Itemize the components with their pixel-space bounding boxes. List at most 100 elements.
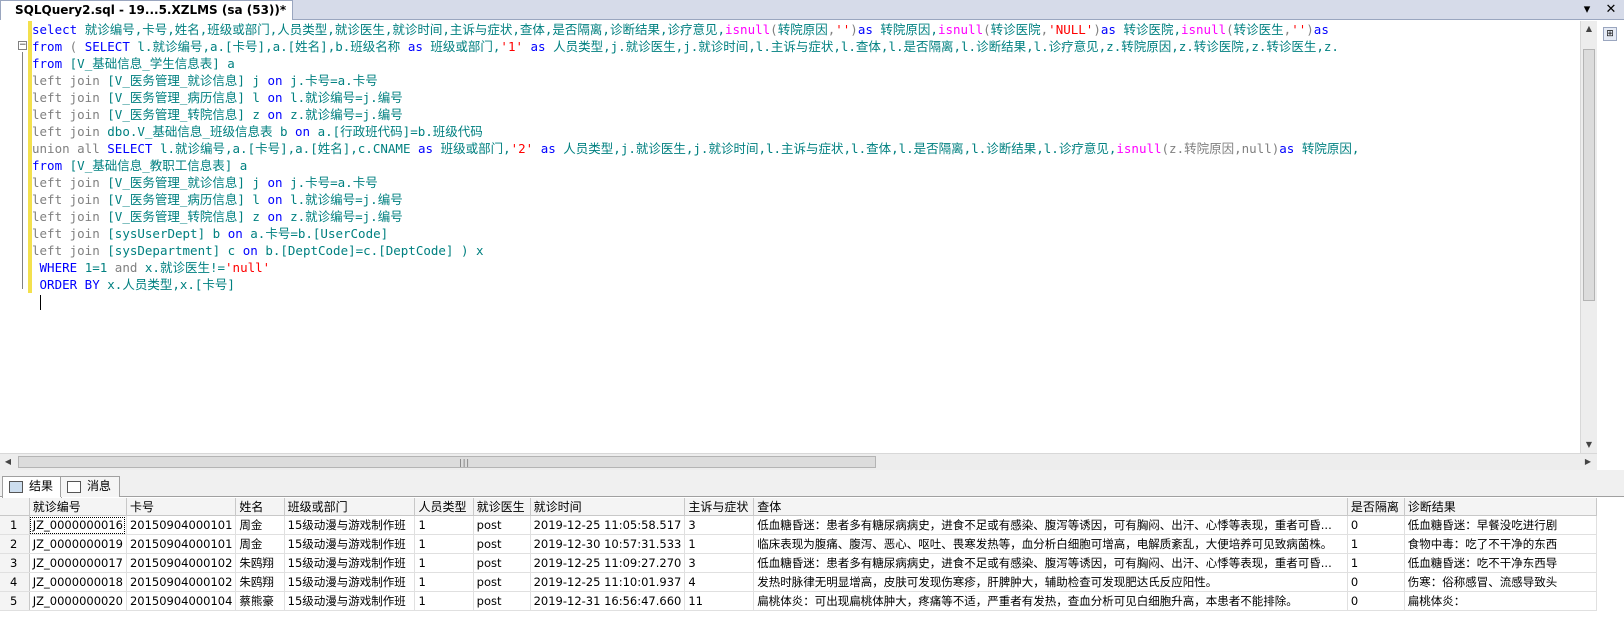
tab-results[interactable]: 结果 [2,476,63,498]
sql-editor[interactable]: − select 就诊编号,卡号,姓名,班级或部门,人员类型,就诊医生,就诊时间… [0,21,1580,453]
table-cell[interactable]: 20150904000101 [126,534,237,554]
table-cell[interactable]: 11 [684,591,755,611]
column-header[interactable]: 就诊医生 [473,498,531,516]
table-row[interactable]: 5 JZ_0000000020 20150904000104 蔡熊豪 15级动漫与游戏制… [0,591,1597,611]
pin-icon[interactable]: ▾ [1580,0,1594,20]
row-number[interactable]: 4 [0,572,30,592]
table-cell[interactable]: 低血糖昏迷：患者多有糖尿病病史，进食不足或有感染、腹泻等诱因，可有胸闷、出汗、心… [753,515,1348,535]
table-cell[interactable]: post [473,572,531,592]
code-line[interactable]: left join [V_医务管理_就诊信息] j on j.卡号=a.卡号 [32,72,1580,89]
results-grid[interactable]: 就诊编号 卡号 姓名 班级或部门 人员类型 就诊医生 就诊时间 主诉与症状 查体 是否隔离 诊断结果… [0,498,1597,638]
corner-header[interactable] [0,498,30,516]
collapse-toggle-icon[interactable]: − [18,41,27,50]
column-header[interactable]: 就诊编号 [29,498,127,516]
column-header[interactable]: 查体 [753,498,1348,516]
table-row[interactable]: 1 JZ_0000000016 20150904000101 周金 15级动漫与游戏制作… [0,515,1597,535]
table-cell[interactable]: 15级动漫与游戏制作班 [284,515,416,535]
table-cell[interactable]: JZ_0000000016 [29,515,127,535]
table-cell[interactable]: post [473,515,531,535]
table-cell[interactable]: 0 [1347,591,1405,611]
code-line[interactable]: from [V_基础信息_教职工信息表] a [32,157,1580,174]
close-icon[interactable]: ✕ [1604,0,1618,20]
code-line[interactable]: left join [V_医务管理_转院信息] z on z.就诊编号=j.编号 [32,208,1580,225]
split-view-icon[interactable]: ⊞ [1603,27,1617,41]
table-cell[interactable]: 周金 [235,515,285,535]
table-cell[interactable]: 食物中毒：吃了不干净的东西 [1404,534,1597,554]
code-line[interactable]: left join [V_医务管理_病历信息] l on l.就诊编号=j.编号 [32,89,1580,106]
table-cell[interactable]: post [473,534,531,554]
code-line[interactable]: from [V_基础信息_学生信息表] a [32,55,1580,72]
column-header[interactable]: 就诊时间 [530,498,686,516]
table-cell[interactable]: 0 [1347,515,1405,535]
column-header[interactable]: 卡号 [126,498,237,516]
table-cell[interactable]: 3 [684,553,755,573]
code-line[interactable]: WHERE 1=1 and x.就诊医生!='null' [32,259,1580,276]
column-header[interactable]: 人员类型 [414,498,474,516]
table-cell[interactable]: 低血糖昏迷：吃不干净东西导 [1404,553,1597,573]
table-row[interactable]: 4 JZ_0000000018 20150904000102 朱鸥翔 15级动漫与游戏制… [0,572,1597,592]
editor-vertical-scrollbar[interactable]: ▲ ▼ [1580,21,1597,453]
table-cell[interactable]: JZ_0000000017 [29,553,127,573]
table-cell[interactable]: post [473,553,531,573]
code-area[interactable]: select 就诊编号,卡号,姓名,班级或部门,人员类型,就诊医生,就诊时间,主… [32,21,1580,310]
table-cell[interactable]: 15级动漫与游戏制作班 [284,534,416,554]
scrollbar-thumb[interactable] [1583,49,1595,301]
table-cell[interactable]: 20150904000101 [126,515,237,535]
table-cell[interactable]: 20150904000102 [126,572,237,592]
table-cell[interactable]: 3 [684,515,755,535]
row-number[interactable]: 1 [0,515,30,535]
table-cell[interactable]: JZ_0000000020 [29,591,127,611]
code-line[interactable]: left join [V_医务管理_转院信息] z on z.就诊编号=j.编号 [32,106,1580,123]
table-cell[interactable]: 扁桃体炎： [1404,591,1597,611]
code-line-cursor[interactable] [32,293,1580,310]
scroll-up-icon[interactable]: ▲ [1581,21,1597,37]
row-number[interactable]: 3 [0,553,30,573]
table-row[interactable]: 2 JZ_0000000019 20150904000101 周金 15级动漫与游戏制作… [0,534,1597,554]
table-cell[interactable]: 扁桃体炎：可出现扁桃体肿大，疼痛等不适，严重者有发热，查血分析可见白细胞升高，本… [753,591,1348,611]
table-cell[interactable]: 1 [684,534,755,554]
table-cell[interactable]: 1 [414,591,474,611]
code-line[interactable]: ORDER BY x.人员类型,x.[卡号] [32,276,1580,293]
table-cell[interactable]: 15级动漫与游戏制作班 [284,572,416,592]
column-header[interactable]: 诊断结果 [1404,498,1597,516]
table-cell[interactable]: JZ_0000000019 [29,534,127,554]
code-line[interactable]: left join [V_医务管理_就诊信息] j on j.卡号=a.卡号 [32,174,1580,191]
column-header[interactable]: 姓名 [235,498,285,516]
column-header[interactable]: 主诉与症状 [684,498,755,516]
table-cell[interactable]: 20150904000104 [126,591,237,611]
code-line[interactable]: left join dbo.V_基础信息_班级信息表 b on a.[行政班代码… [32,123,1580,140]
table-cell[interactable]: 朱鸥翔 [235,572,285,592]
table-cell[interactable]: 周金 [235,534,285,554]
table-cell[interactable]: 0 [1347,572,1405,592]
table-cell[interactable]: 2019-12-25 11:05:58.517 [530,515,686,535]
table-cell[interactable]: 20150904000102 [126,553,237,573]
table-cell[interactable]: 1 [1347,534,1405,554]
tab-sqlquery2[interactable]: SQLQuery2.sql - 19...5.XZLMS (sa (53))* [0,0,294,20]
table-cell[interactable]: 15级动漫与游戏制作班 [284,553,416,573]
scroll-left-icon[interactable]: ◀ [0,454,16,470]
table-cell[interactable]: 1 [414,534,474,554]
table-cell[interactable]: 低血糖昏迷：患者多有糖尿病病史，进食不足或有感染、腹泻等诱因，可有胸闷、出汗、心… [753,553,1348,573]
code-line[interactable]: left join [sysUserDept] b on a.卡号=b.[Use… [32,225,1580,242]
table-row[interactable]: 3 JZ_0000000017 20150904000102 朱鸥翔 15级动漫与游戏制… [0,553,1597,573]
table-cell[interactable]: 低血糖昏迷：早餐没吃进行剧 [1404,515,1597,535]
table-cell[interactable]: 4 [684,572,755,592]
row-number[interactable]: 2 [0,534,30,554]
code-line[interactable]: from ( SELECT l.就诊编号,a.[卡号],a.[姓名],b.班级名… [32,38,1580,55]
table-cell[interactable]: 2019-12-25 11:09:27.270 [530,553,686,573]
table-cell[interactable]: 1 [414,515,474,535]
scroll-down-icon[interactable]: ▼ [1581,437,1597,453]
code-line[interactable]: left join [sysDepartment] c on b.[DeptCo… [32,242,1580,259]
column-header[interactable]: 是否隔离 [1347,498,1405,516]
table-cell[interactable]: 朱鸥翔 [235,553,285,573]
table-cell[interactable]: 发热时脉律无明显增高，皮肤可发现伤寒疹，肝脾肿大，辅助检查可发现肥达氏反应阳性。 [753,572,1348,592]
table-cell[interactable]: 2019-12-31 16:56:47.660 [530,591,686,611]
table-cell[interactable]: 15级动漫与游戏制作班 [284,591,416,611]
scrollbar-thumb[interactable]: ||| [18,456,876,468]
editor-horizontal-scrollbar[interactable]: ◀ ||| ▶ [0,453,1597,470]
table-cell[interactable]: 蔡熊豪 [235,591,285,611]
code-line[interactable]: union all SELECT l.就诊编号,a.[卡号],a.[姓名],c.… [32,140,1580,157]
table-cell[interactable]: 2019-12-25 11:10:01.937 [530,572,686,592]
table-cell[interactable]: 临床表现为腹痛、腹泻、恶心、呕吐、畏寒发热等，血分析白细胞可增高，电解质紊乱，大… [753,534,1348,554]
column-header[interactable]: 班级或部门 [284,498,416,516]
